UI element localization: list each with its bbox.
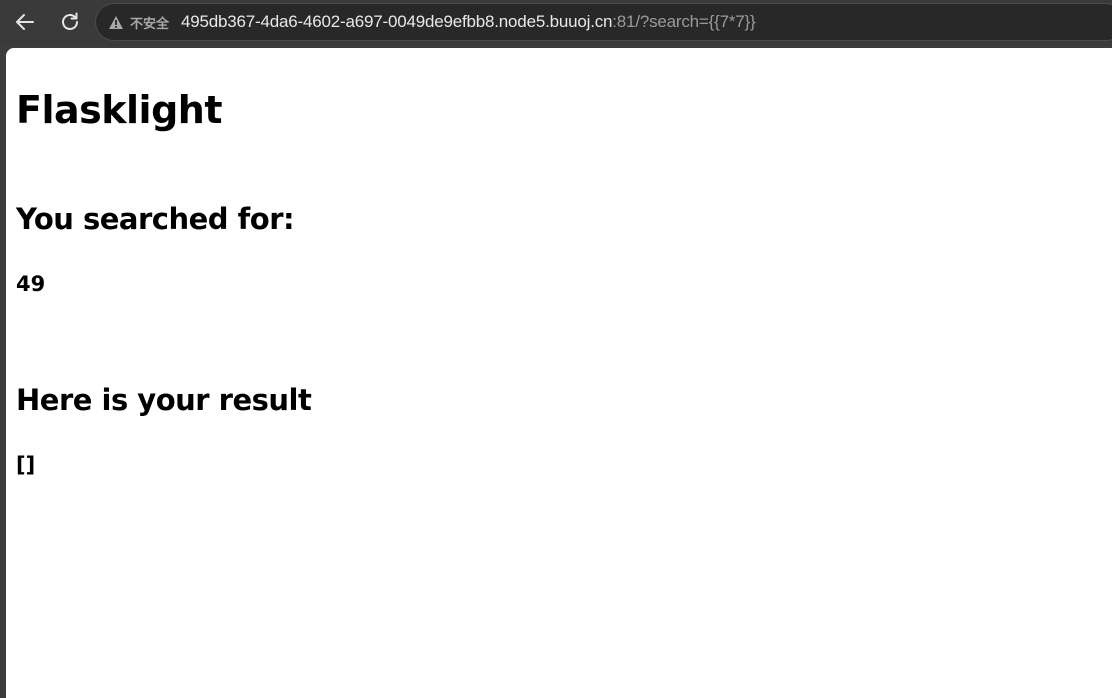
page-content: Flasklight You searched for: 49 Here is …: [6, 48, 1112, 698]
reload-icon: [62, 12, 78, 30]
result-value: []: [16, 453, 36, 477]
security-label: 不安全: [130, 16, 170, 32]
url-host: 495db367-4da6-4602-a697-0049de9efbb8.nod…: [181, 12, 613, 31]
result-heading: Here is your result: [16, 383, 312, 417]
arrow-left-icon: [16, 14, 34, 30]
url-path: :81/?search={{7*7}}: [612, 12, 756, 31]
warning-icon: [109, 15, 123, 29]
address-bar[interactable]: 不安全 495db367-4da6-4602-a697-0049de9efbb8…: [95, 3, 1112, 41]
security-indicator[interactable]: 不安全: [108, 4, 169, 40]
searched-heading: You searched for:: [16, 202, 295, 236]
browser-toolbar: 不安全 495db367-4da6-4602-a697-0049de9efbb8…: [0, 0, 1112, 46]
back-button[interactable]: [9, 7, 41, 37]
reload-button[interactable]: [54, 7, 86, 37]
searched-value: 49: [16, 272, 46, 296]
url-text[interactable]: 495db367-4da6-4602-a697-0049de9efbb8.nod…: [181, 12, 756, 32]
page-title: Flasklight: [16, 88, 223, 132]
